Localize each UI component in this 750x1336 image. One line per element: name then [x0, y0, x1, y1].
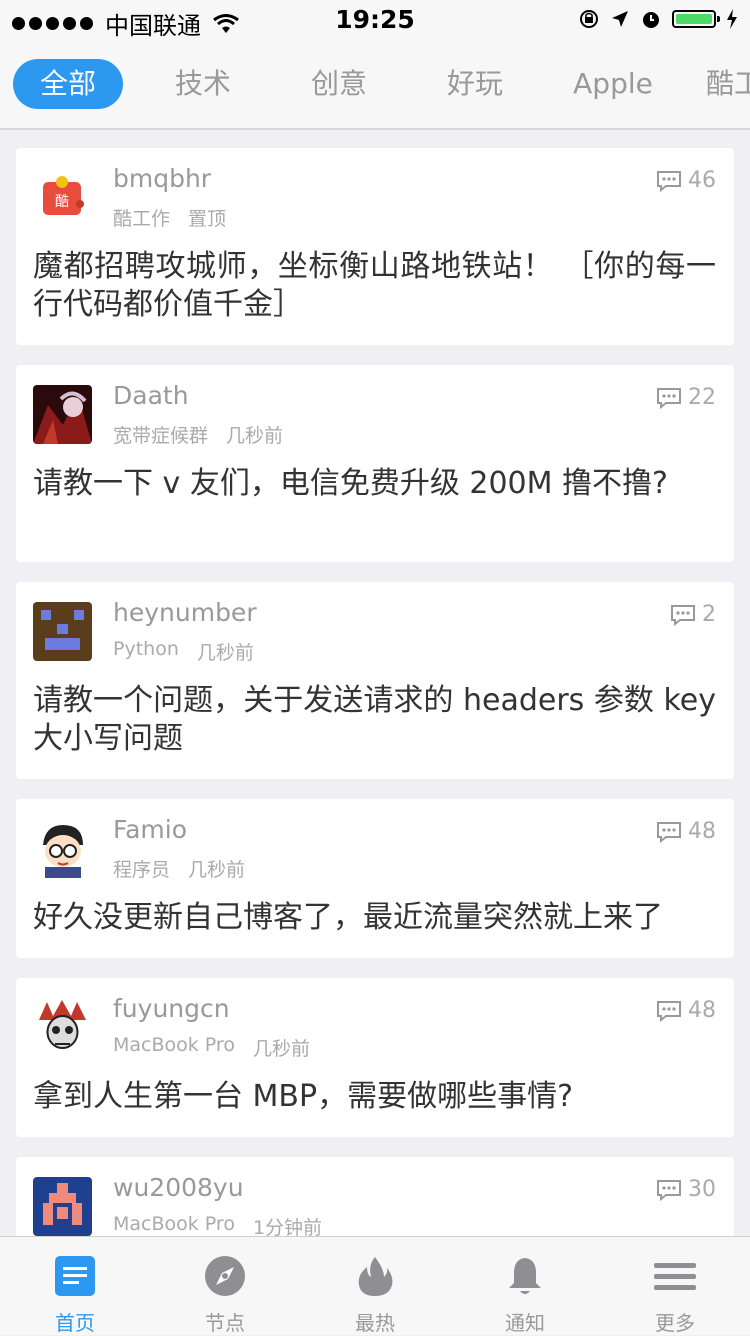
bottom-tab-label: 首页 — [55, 1311, 95, 1335]
bottom-tab-bar: 首页 节点 最热 通知 更多 — [0, 1236, 750, 1335]
avatar[interactable]: 酷 — [33, 168, 92, 227]
node-name[interactable]: Python — [113, 638, 179, 665]
comment-icon — [657, 1179, 681, 1201]
flame-icon — [358, 1257, 393, 1296]
topic-card[interactable]: 酷 bmqbhr 酷工作 置顶 46 魔都招聘攻城师，坐标衡山路地铁站！ ［你的… — [16, 148, 734, 345]
topic-time: 几秒前 — [226, 425, 284, 447]
alarm-icon — [643, 12, 659, 28]
status-right — [578, 8, 738, 30]
home-icon — [55, 1256, 95, 1296]
username[interactable]: Daath — [113, 381, 189, 410]
tab-jobs[interactable]: 酷工 — [692, 59, 750, 109]
node-name[interactable]: 程序员 — [113, 855, 170, 882]
reply-count-value: 30 — [688, 1177, 716, 1202]
username[interactable]: Famio — [113, 815, 187, 844]
comment-icon — [657, 170, 681, 192]
bottom-tab-hot[interactable]: 最热 — [300, 1237, 450, 1335]
bottom-tab-more[interactable]: 更多 — [600, 1237, 750, 1335]
bottom-tab-nodes[interactable]: 节点 — [150, 1237, 300, 1335]
reply-count: 48 — [656, 819, 716, 844]
tab-apple[interactable]: Apple — [558, 59, 668, 109]
status-bar: 中国联通 19:25 — [0, 0, 750, 40]
comment-icon — [657, 1000, 681, 1022]
reply-count-value: 46 — [688, 168, 716, 193]
username[interactable]: heynumber — [113, 598, 257, 627]
tab-all[interactable]: 全部 — [13, 59, 123, 109]
topic-title[interactable]: 请教一个问题，关于发送请求的 headers 参数 key 大小写问题 — [33, 682, 716, 758]
battery-icon — [672, 10, 720, 28]
comment-icon — [657, 387, 681, 409]
avatar[interactable] — [33, 998, 92, 1057]
tab-tech[interactable]: 技术 — [148, 59, 258, 109]
reply-count: 2 — [670, 602, 716, 627]
topic-time: 几秒前 — [188, 859, 246, 881]
menu-icon — [654, 1263, 696, 1290]
topic-meta: MacBook Pro 几秒前 — [113, 1034, 310, 1061]
bottom-tab-label: 最热 — [355, 1311, 395, 1335]
location-icon — [612, 11, 628, 27]
reply-count: 30 — [656, 1177, 716, 1202]
topic-meta: Python 几秒前 — [113, 638, 254, 665]
bottom-tab-notifications[interactable]: 通知 — [450, 1237, 600, 1335]
topic-card[interactable]: Daath 宽带症候群 几秒前 22 请教一下 v 友们，电信免费升级 200M… — [16, 365, 734, 562]
bottom-tab-label: 通知 — [505, 1311, 545, 1335]
topic-title[interactable]: 魔都招聘攻城师，坐标衡山路地铁站！ ［你的每一行代码都价值千金］ — [33, 248, 716, 324]
topic-card[interactable]: Famio 程序员 几秒前 48 好久没更新自己博客了，最近流量突然就上来了 — [16, 799, 734, 958]
bell-icon — [509, 1258, 541, 1294]
reply-count: 46 — [656, 168, 716, 193]
username[interactable]: wu2008yu — [113, 1173, 244, 1202]
tab-fun[interactable]: 好玩 — [420, 59, 530, 109]
comment-icon — [657, 821, 681, 843]
topic-time: 几秒前 — [196, 642, 254, 664]
reply-count-value: 48 — [688, 819, 716, 844]
topic-meta: 程序员 几秒前 — [113, 855, 245, 882]
node-name[interactable]: 宽带症候群 — [113, 421, 208, 448]
comment-icon — [671, 604, 695, 626]
topic-time: 置顶 — [188, 208, 227, 230]
topic-title[interactable]: 请教一下 v 友们，电信免费升级 200M 撸不撸? — [33, 465, 716, 503]
node-name[interactable]: 酷工作 — [113, 204, 170, 231]
avatar[interactable] — [33, 602, 92, 661]
reply-count: 48 — [656, 998, 716, 1023]
bottom-tab-label: 更多 — [655, 1311, 695, 1335]
reply-count-value: 22 — [688, 385, 716, 410]
node-name[interactable]: MacBook Pro — [113, 1034, 235, 1061]
category-tab-bar: 全部 技术 创意 好玩 Apple 酷工 — [0, 40, 750, 130]
avatar[interactable] — [33, 1177, 92, 1236]
avatar[interactable] — [33, 385, 92, 444]
topic-meta: 宽带症候群 几秒前 — [113, 421, 283, 448]
rotation-lock-icon — [580, 10, 598, 28]
topic-time: 几秒前 — [252, 1038, 310, 1060]
bottom-tab-label: 节点 — [205, 1311, 245, 1335]
topic-title[interactable]: 拿到人生第一台 MBP，需要做哪些事情? — [33, 1078, 716, 1116]
reply-count-value: 2 — [702, 602, 716, 627]
topic-card[interactable]: fuyungcn MacBook Pro 几秒前 48 拿到人生第一台 MBP，… — [16, 978, 734, 1137]
bottom-tab-home[interactable]: 首页 — [0, 1237, 150, 1335]
topic-title[interactable]: 好久没更新自己博客了，最近流量突然就上来了 — [33, 899, 716, 937]
charging-icon — [727, 9, 737, 29]
compass-icon — [205, 1256, 245, 1296]
topic-meta: 酷工作 置顶 — [113, 204, 226, 231]
reply-count: 22 — [656, 385, 716, 410]
username[interactable]: fuyungcn — [113, 994, 230, 1023]
username[interactable]: bmqbhr — [113, 164, 211, 193]
topic-card[interactable]: heynumber Python 几秒前 2 请教一个问题，关于发送请求的 he… — [16, 582, 734, 779]
avatar[interactable] — [33, 819, 92, 878]
battery-fill — [676, 14, 712, 24]
tab-creative[interactable]: 创意 — [284, 59, 394, 109]
reply-count-value: 48 — [688, 998, 716, 1023]
svg-text:酷: 酷 — [55, 194, 69, 210]
